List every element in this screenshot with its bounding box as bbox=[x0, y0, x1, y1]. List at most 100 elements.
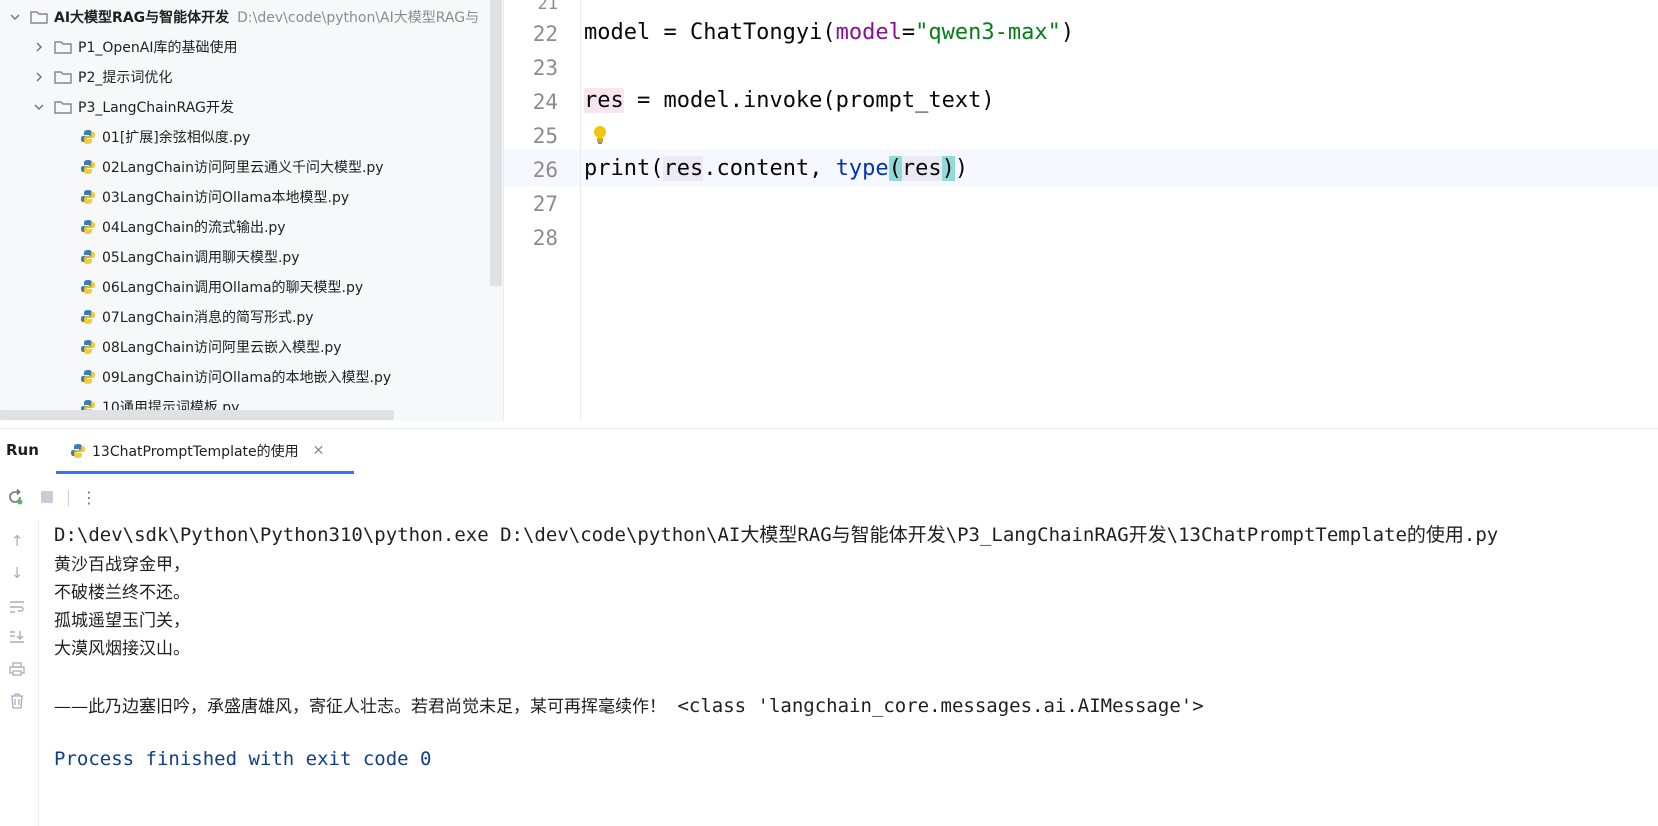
folder-icon bbox=[54, 41, 72, 54]
code-token-param: model bbox=[835, 20, 902, 45]
more-options-icon[interactable]: ⋮ bbox=[78, 486, 100, 508]
tree-file-label: 08LangChain访问阿里云嵌入模型.py bbox=[102, 340, 342, 356]
run-toolbar: ⋮ bbox=[0, 482, 1658, 514]
python-icon bbox=[81, 160, 95, 174]
python-icon bbox=[81, 130, 95, 144]
console-output[interactable]: D:\dev\sdk\Python\Python310\python.exe D… bbox=[54, 520, 1644, 820]
line-number: 24 bbox=[532, 90, 558, 114]
stop-icon[interactable] bbox=[36, 486, 58, 508]
tree-file-label: 06LangChain调用Ollama的聊天模型.py bbox=[102, 280, 364, 296]
tree-folder-label: P1_OpenAI库的基础使用 bbox=[78, 40, 238, 56]
tree-file-label: 03LangChain访问Ollama本地模型.py bbox=[102, 190, 350, 206]
toolbar-separator bbox=[68, 490, 69, 506]
code-token-string: "qwen3-max" bbox=[915, 20, 1061, 45]
line-number: 27 bbox=[532, 192, 558, 216]
code-token: = model.invoke(prompt_text) bbox=[623, 88, 995, 113]
console-command-line: D:\dev\sdk\Python\Python310\python.exe D… bbox=[54, 524, 1499, 546]
console-line: 孤城遥望玉门关， bbox=[54, 611, 190, 631]
tree-horizontal-scrollbar[interactable] bbox=[0, 410, 394, 420]
run-window-title: Run bbox=[6, 441, 39, 459]
chevron-down-icon[interactable] bbox=[8, 10, 22, 24]
console-class-text: <class 'langchain_core.messages.ai.AIMes… bbox=[666, 695, 1204, 717]
console-note-text: ——此乃边塞旧吟，承盛唐雄风，寄征人壮志。若君尚觉未足，某可再挥毫续作！ bbox=[54, 697, 666, 717]
code-token-paren-match: ( bbox=[888, 156, 902, 181]
tree-file-label: 05LangChain调用聊天模型.py bbox=[102, 250, 300, 266]
tree-file-item[interactable]: 04LangChain的流式输出.py bbox=[80, 212, 286, 242]
run-tab-label: 13ChatPromptTemplate的使用 bbox=[92, 444, 299, 460]
scroll-to-end-icon[interactable] bbox=[6, 626, 28, 648]
tree-file-label: 04LangChain的流式输出.py bbox=[102, 220, 286, 236]
tree-file-label: 09LangChain访问Ollama的本地嵌入模型.py bbox=[102, 370, 392, 386]
folder-icon bbox=[54, 71, 72, 84]
python-icon bbox=[81, 310, 95, 324]
line-number: 22 bbox=[532, 22, 558, 46]
code-line-24[interactable]: res = model.invoke(prompt_text) bbox=[584, 88, 995, 113]
code-token-var-highlight: res bbox=[584, 88, 624, 113]
line-number: 28 bbox=[532, 226, 558, 250]
code-token: print( bbox=[584, 156, 664, 181]
line-number: 25 bbox=[532, 124, 558, 148]
python-icon bbox=[81, 280, 95, 294]
python-icon bbox=[81, 340, 95, 354]
soft-wrap-icon[interactable] bbox=[6, 596, 28, 618]
tree-file-item[interactable]: 07LangChain消息的简写形式.py bbox=[80, 302, 314, 332]
line-number: 23 bbox=[532, 56, 558, 80]
code-token: ) bbox=[954, 156, 969, 181]
python-icon bbox=[81, 250, 95, 264]
active-tab-indicator bbox=[56, 471, 354, 474]
code-token: .content, bbox=[703, 156, 836, 181]
run-side-toolbar: ↑ ↓ bbox=[0, 520, 39, 826]
tree-folder-p1[interactable]: P1_OpenAI库的基础使用 bbox=[32, 32, 237, 62]
close-icon[interactable]: ✕ bbox=[313, 443, 325, 459]
print-icon[interactable] bbox=[6, 658, 28, 680]
console-line: 不破楼兰终不还。 bbox=[54, 583, 190, 603]
tree-root[interactable]: AI大模型RAG与智能体开发 D:\dev\code\python\AI大模型R… bbox=[8, 2, 479, 32]
tree-file-item[interactable]: 09LangChain访问Ollama的本地嵌入模型.py bbox=[80, 362, 391, 392]
tree-root-path: D:\dev\code\python\AI大模型RAG与 bbox=[237, 10, 480, 26]
python-icon bbox=[71, 444, 85, 458]
tree-file-item[interactable]: 03LangChain访问Ollama本地模型.py bbox=[80, 182, 349, 212]
tree-file-label: 02LangChain访问阿里云通义千问大模型.py bbox=[102, 160, 384, 176]
python-icon bbox=[81, 220, 95, 234]
console-exit-line: Process finished with exit code 0 bbox=[54, 748, 432, 770]
tree-root-label: AI大模型RAG与智能体开发 bbox=[54, 10, 230, 26]
tree-file-label: 07LangChain消息的简写形式.py bbox=[102, 310, 314, 326]
tree-vertical-scrollbar[interactable] bbox=[490, 0, 502, 286]
run-tool-window-header: Run 13ChatPromptTemplate的使用 ✕ bbox=[0, 428, 1658, 474]
code-token-builtin: type bbox=[835, 156, 889, 181]
code-token-paren-match: ) bbox=[941, 156, 955, 181]
console-line: 大漠风烟接汉山。 bbox=[54, 639, 190, 659]
arrow-down-icon[interactable]: ↓ bbox=[6, 562, 28, 584]
code-token-var-highlight: res bbox=[663, 156, 704, 181]
code-line-22[interactable]: model = ChatTongyi(model="qwen3-max") bbox=[584, 20, 1074, 45]
chevron-right-icon[interactable] bbox=[32, 40, 46, 54]
console-line: ——此乃边塞旧吟，承盛唐雄风，寄征人壮志。若君尚觉未足，某可再挥毫续作！ <cl… bbox=[54, 692, 1204, 717]
tree-folder-p3[interactable]: P3_LangChainRAG开发 bbox=[32, 92, 234, 122]
trash-icon[interactable] bbox=[6, 690, 28, 712]
console-line: 黄沙百战穿金甲， bbox=[54, 555, 190, 575]
rerun-icon[interactable] bbox=[4, 486, 26, 508]
code-line-26[interactable]: print(res.content, type(res)) bbox=[584, 156, 968, 181]
tree-folder-label: P3_LangChainRAG开发 bbox=[78, 100, 234, 116]
folder-icon bbox=[54, 101, 72, 114]
folder-icon bbox=[30, 11, 48, 24]
chevron-right-icon[interactable] bbox=[32, 70, 46, 84]
tab-run-config[interactable]: 13ChatPromptTemplate的使用 ✕ bbox=[70, 429, 324, 473]
tree-file-item[interactable]: 05LangChain调用聊天模型.py bbox=[80, 242, 300, 272]
project-tree-panel: AI大模型RAG与智能体开发 D:\dev\code\python\AI大模型R… bbox=[0, 0, 504, 421]
tree-file-item[interactable]: 02LangChain访问阿里云通义千问大模型.py bbox=[80, 152, 384, 182]
code-token: = bbox=[901, 20, 916, 45]
tree-folder-label: P2_提示词优化 bbox=[78, 70, 173, 86]
tree-file-item[interactable]: 01[扩展]余弦相似度.py bbox=[80, 122, 250, 152]
tree-file-item[interactable]: 06LangChain调用Ollama的聊天模型.py bbox=[80, 272, 363, 302]
chevron-down-icon[interactable] bbox=[32, 100, 46, 114]
python-icon bbox=[81, 190, 95, 204]
arrow-up-icon[interactable]: ↑ bbox=[6, 530, 28, 552]
line-number: 21 bbox=[537, 0, 558, 14]
intention-bulb-icon[interactable] bbox=[592, 124, 608, 150]
line-number-gutter: 21 22 23 24 25 26 27 28 bbox=[504, 0, 581, 421]
tree-file-item[interactable]: 08LangChain访问阿里云嵌入模型.py bbox=[80, 332, 342, 362]
tree-folder-p2[interactable]: P2_提示词优化 bbox=[32, 62, 172, 92]
code-editor[interactable]: 21 22 23 24 25 26 27 28 model = ChatTong… bbox=[504, 0, 1658, 421]
tree-file-label: 01[扩展]余弦相似度.py bbox=[102, 130, 251, 146]
